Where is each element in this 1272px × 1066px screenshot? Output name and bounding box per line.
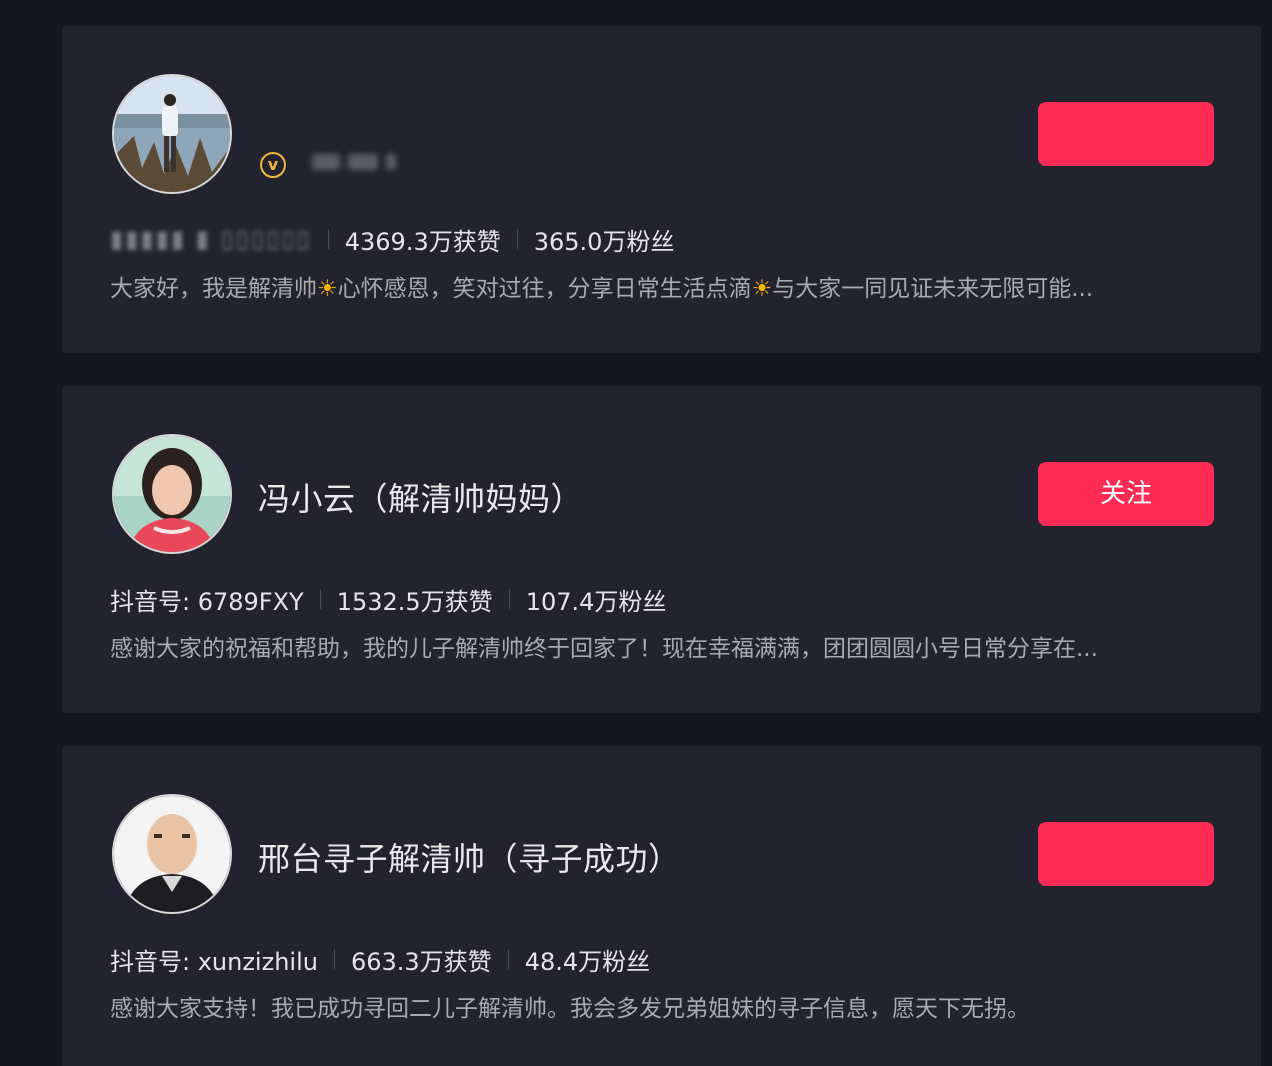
name-blurred: [312, 154, 432, 176]
douyin-id: 抖音号: 6789FXY: [110, 587, 304, 616]
follow-button[interactable]: 关注: [1038, 462, 1214, 526]
follow-button[interactable]: [1038, 102, 1214, 166]
bio-text: 大家好，我是解清帅☀心怀感恩，笑对过往，分享日常生活点滴☀与大家一同见证未来无限…: [110, 276, 1094, 302]
sun-icon: ☀: [317, 276, 338, 302]
follow-button[interactable]: [1038, 822, 1214, 886]
bio-text: 感谢大家支持！我已成功寻回二儿子解清帅。我会多发兄弟姐妹的寻子信息，愿天下无拐。: [110, 996, 1030, 1022]
stats-row: 抖音号: 6789FXY 1532.5万获赞 107.4万粉丝: [110, 582, 666, 616]
divider: [507, 949, 509, 969]
sun-icon: ☀: [751, 276, 773, 302]
divider: [319, 589, 321, 609]
divider: [333, 949, 335, 969]
divider: [327, 229, 329, 249]
user-name[interactable]: 冯小云（解清帅妈妈）: [258, 474, 583, 520]
bio-text: 感谢大家的祝福和帮助，我的儿子解清帅终于回家了！现在幸福满满，团团圆圆小号日常分…: [110, 636, 1098, 662]
divider: [516, 229, 518, 249]
fans-count: 48.4万粉丝: [524, 947, 651, 976]
user-name[interactable]: 邢台寻子解清帅（寻子成功）: [258, 834, 681, 880]
stats-row: ▮▮▮▮▮ ▮ ▯▯▯▯▯▯ 4369.3万获赞 365.0万粉丝: [110, 222, 674, 256]
likes-count: 663.3万获赞: [350, 947, 492, 976]
avatar[interactable]: [112, 434, 232, 554]
user-card[interactable]: 邢台寻子解清帅（寻子成功） 抖音号: xunzizhilu 663.3万获赞 4…: [62, 746, 1261, 1066]
stats-row: 抖音号: xunzizhilu 663.3万获赞 48.4万粉丝: [110, 942, 650, 976]
user-card[interactable]: 冯小云（解清帅妈妈） 关注 抖音号: 6789FXY 1532.5万获赞 107…: [62, 386, 1261, 713]
fans-count: 365.0万粉丝: [533, 227, 675, 256]
likes-count: 1532.5万获赞: [336, 587, 493, 616]
fans-count: 107.4万粉丝: [525, 587, 667, 616]
douyin-id-blurred: ▮▮▮▮▮ ▮ ▯▯▯▯▯▯: [110, 225, 312, 253]
search-results-page: v ▮▮▮▮▮ ▮ ▯▯▯▯▯▯ 4369.3万获赞 365.0万粉丝 大家好，…: [0, 0, 1272, 1066]
likes-count: 4369.3万获赞: [344, 227, 501, 256]
divider: [508, 589, 510, 609]
avatar[interactable]: [112, 794, 232, 914]
verified-badge-icon: v: [260, 152, 286, 178]
user-card[interactable]: v ▮▮▮▮▮ ▮ ▯▯▯▯▯▯ 4369.3万获赞 365.0万粉丝 大家好，…: [62, 26, 1261, 353]
douyin-id: 抖音号: xunzizhilu: [110, 947, 318, 976]
avatar[interactable]: [112, 74, 232, 194]
